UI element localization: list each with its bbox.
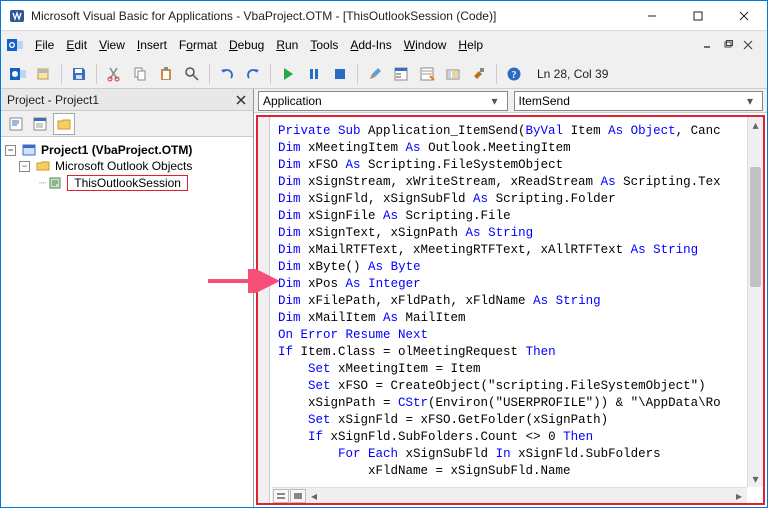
- menu-run[interactable]: Run: [270, 36, 304, 54]
- tree-leaf[interactable]: ┈ ThisOutlookSession: [39, 174, 249, 192]
- tree-folder[interactable]: − Microsoft Outlook Objects: [19, 158, 249, 174]
- full-module-view-button[interactable]: [290, 489, 306, 503]
- horizontal-scrollbar[interactable]: ◂ ▸: [272, 487, 747, 503]
- toolbox-button[interactable]: [468, 63, 490, 85]
- view-object-button[interactable]: [29, 113, 51, 135]
- reset-button[interactable]: [329, 63, 351, 85]
- code-panel: Application ▾ ItemSend ▾ Private Sub App…: [254, 89, 767, 507]
- object-combo-value: Application: [263, 94, 322, 108]
- object-combo[interactable]: Application ▾: [258, 91, 508, 111]
- project-panel-header: Project - Project1: [1, 89, 253, 111]
- mdi-close[interactable]: [741, 38, 755, 52]
- outlook-icon: [7, 37, 23, 53]
- tree-root[interactable]: − Project1 (VbaProject.OTM): [5, 142, 249, 158]
- view-code-button[interactable]: [5, 113, 27, 135]
- vba-app-icon: [9, 8, 25, 24]
- toolbar: ? Ln 28, Col 39: [1, 59, 767, 89]
- scroll-right-icon[interactable]: ▸: [731, 489, 747, 503]
- scrollbar-thumb[interactable]: [750, 167, 761, 287]
- procedure-view-button[interactable]: [273, 489, 289, 503]
- project-panel-title: Project - Project1: [7, 93, 99, 107]
- paste-button[interactable]: [155, 63, 177, 85]
- cut-button[interactable]: [103, 63, 125, 85]
- project-explorer: Project - Project1 − Project1 (VbaProjec…: [1, 89, 254, 507]
- window-minimize[interactable]: [629, 1, 675, 31]
- copy-button[interactable]: [129, 63, 151, 85]
- menu-format[interactable]: Format: [173, 36, 223, 54]
- vertical-scrollbar[interactable]: ▴ ▾: [747, 117, 763, 487]
- project-explorer-button[interactable]: [390, 63, 412, 85]
- insert-module-button[interactable]: [33, 63, 55, 85]
- procedure-combo-value: ItemSend: [519, 94, 570, 108]
- design-mode-button[interactable]: [364, 63, 386, 85]
- collapse-icon[interactable]: −: [19, 161, 30, 172]
- help-button[interactable]: ?: [503, 63, 525, 85]
- collapse-icon[interactable]: −: [5, 145, 16, 156]
- menu-window[interactable]: Window: [398, 36, 453, 54]
- toggle-folders-button[interactable]: [53, 113, 75, 135]
- window-close[interactable]: [721, 1, 767, 31]
- project-icon: [22, 143, 36, 157]
- menu-debug[interactable]: Debug: [223, 36, 270, 54]
- window-title: Microsoft Visual Basic for Applications …: [31, 9, 629, 23]
- chevron-down-icon: ▾: [742, 94, 758, 108]
- menu-help[interactable]: Help: [452, 36, 489, 54]
- svg-text:?: ?: [512, 70, 517, 81]
- project-panel-close[interactable]: [233, 92, 249, 108]
- tree-root-label: Project1 (VbaProject.OTM): [41, 143, 192, 157]
- redo-button[interactable]: [242, 63, 264, 85]
- properties-button[interactable]: [416, 63, 438, 85]
- code-editor[interactable]: Private Sub Application_ItemSend(ByVal I…: [256, 115, 765, 505]
- mdi-restore[interactable]: [721, 38, 735, 52]
- folder-icon: [36, 159, 50, 173]
- scroll-up-icon[interactable]: ▴: [748, 117, 763, 133]
- save-button[interactable]: [68, 63, 90, 85]
- run-button[interactable]: [277, 63, 299, 85]
- window-maximize[interactable]: [675, 1, 721, 31]
- view-outlook-button[interactable]: [7, 63, 29, 85]
- tree-folder-label: Microsoft Outlook Objects: [55, 159, 192, 173]
- vba-window: Microsoft Visual Basic for Applications …: [0, 0, 768, 508]
- find-button[interactable]: [181, 63, 203, 85]
- menu-addins[interactable]: Add-Ins: [344, 36, 397, 54]
- menu-tools[interactable]: Tools: [304, 36, 344, 54]
- menu-edit[interactable]: Edit: [60, 36, 93, 54]
- chevron-down-icon: ▾: [487, 94, 503, 108]
- break-button[interactable]: [303, 63, 325, 85]
- menubar: File Edit View Insert Format Debug Run T…: [1, 31, 767, 59]
- scroll-down-icon[interactable]: ▾: [748, 471, 763, 487]
- titlebar: Microsoft Visual Basic for Applications …: [1, 1, 767, 31]
- mdi-minimize[interactable]: [701, 38, 715, 52]
- tree-connector: ┈: [39, 176, 46, 190]
- menu-file[interactable]: File: [29, 36, 60, 54]
- code-gutter: [258, 117, 270, 503]
- module-icon: [48, 176, 62, 190]
- procedure-combo[interactable]: ItemSend ▾: [514, 91, 764, 111]
- scroll-left-icon[interactable]: ◂: [306, 489, 322, 503]
- project-tree[interactable]: − Project1 (VbaProject.OTM) − Microsoft …: [1, 137, 253, 507]
- tree-leaf-label: ThisOutlookSession: [67, 175, 188, 191]
- menu-insert[interactable]: Insert: [131, 36, 173, 54]
- menu-view[interactable]: View: [93, 36, 131, 54]
- object-browser-button[interactable]: [442, 63, 464, 85]
- cursor-position: Ln 28, Col 39: [537, 67, 608, 81]
- undo-button[interactable]: [216, 63, 238, 85]
